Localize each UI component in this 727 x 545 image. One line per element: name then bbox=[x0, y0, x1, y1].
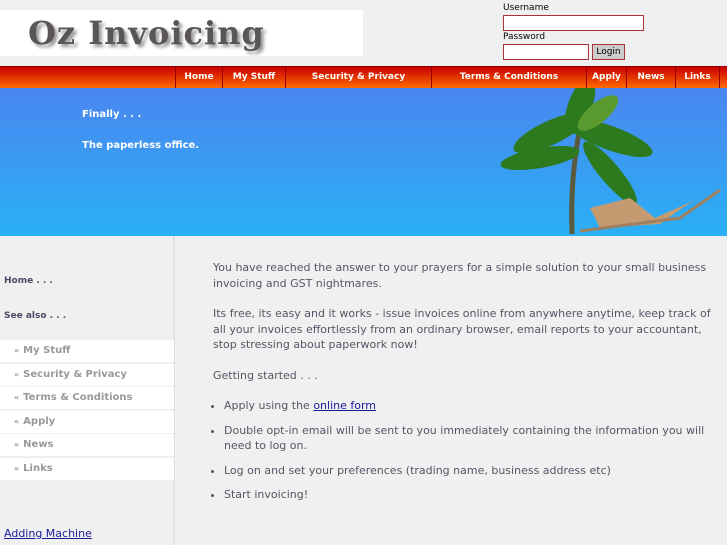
hero-line-1: Finally . . . bbox=[82, 109, 142, 120]
sidebar-home-heading[interactable]: Home . . . bbox=[4, 276, 53, 286]
nav-apply[interactable]: Apply bbox=[586, 67, 626, 89]
nav-home[interactable]: Home bbox=[175, 67, 222, 89]
steps-list: Apply using the online form Double opt-i… bbox=[213, 398, 713, 503]
sidebar-item-label: Apply bbox=[23, 416, 56, 427]
chevron-left-icon: « bbox=[14, 417, 20, 426]
login-button[interactable]: Login bbox=[592, 44, 625, 60]
sidebar-item-label: Security & Privacy bbox=[23, 369, 127, 380]
nav-links[interactable]: Links bbox=[675, 67, 719, 89]
nav-divider bbox=[719, 67, 727, 89]
password-input[interactable] bbox=[503, 44, 589, 60]
sidebar-item-label: My Stuff bbox=[23, 345, 71, 356]
sidebar: Home . . . See also . . . «My Stuff «Sec… bbox=[0, 236, 175, 545]
chevron-left-icon: « bbox=[14, 464, 20, 473]
nav-bar: Home My Stuff Security & Privacy Terms &… bbox=[0, 66, 727, 89]
sidebar-item-label: Terms & Conditions bbox=[23, 392, 133, 403]
step-2: Double opt-in email will be sent to you … bbox=[224, 423, 713, 454]
sidebar-item-terms-conditions[interactable]: «Terms & Conditions bbox=[0, 387, 174, 409]
username-label: Username bbox=[503, 3, 549, 13]
nav-security-privacy[interactable]: Security & Privacy bbox=[285, 67, 431, 89]
logo-text: Oz Invoicing bbox=[28, 14, 265, 52]
palm-tree-image bbox=[500, 88, 721, 235]
sidebar-item-my-stuff[interactable]: «My Stuff bbox=[0, 340, 174, 362]
main-content: You have reached the answer to your pray… bbox=[213, 260, 713, 512]
nav-my-stuff[interactable]: My Stuff bbox=[222, 67, 285, 89]
hero-banner: Finally . . . The paperless office. bbox=[0, 88, 727, 236]
hero-line-2: The paperless office. bbox=[82, 140, 200, 151]
username-input[interactable] bbox=[503, 15, 644, 31]
intro-paragraph: You have reached the answer to your pray… bbox=[213, 261, 707, 290]
nav-terms-conditions[interactable]: Terms & Conditions bbox=[431, 67, 586, 89]
sidebar-item-apply[interactable]: «Apply bbox=[0, 411, 174, 433]
chevron-left-icon: « bbox=[14, 346, 20, 355]
online-form-link[interactable]: online form bbox=[313, 399, 376, 412]
sidebar-item-label: News bbox=[23, 439, 54, 450]
chevron-left-icon: « bbox=[14, 440, 20, 449]
password-label: Password bbox=[503, 32, 546, 42]
sidebar-see-also-heading: See also . . . bbox=[4, 311, 67, 321]
features-paragraph: Its free, its easy and it works - issue … bbox=[213, 307, 711, 351]
step-3: Log on and set your preferences (trading… bbox=[224, 463, 713, 479]
chevron-left-icon: « bbox=[14, 370, 20, 379]
step-4: Start invoicing! bbox=[224, 487, 713, 503]
getting-started-heading: Getting started . . . bbox=[213, 368, 318, 382]
sidebar-item-label: Links bbox=[23, 463, 53, 474]
sidebar-item-security-privacy[interactable]: «Security & Privacy bbox=[0, 364, 174, 386]
nav-news[interactable]: News bbox=[626, 67, 675, 89]
step-1-text: Apply using the bbox=[224, 399, 314, 412]
chevron-left-icon: « bbox=[14, 393, 20, 402]
adding-machine-link[interactable]: Adding Machine bbox=[4, 527, 92, 540]
sidebar-item-news[interactable]: «News bbox=[0, 434, 174, 456]
sidebar-item-links[interactable]: «Links bbox=[0, 458, 174, 480]
logo: Oz Invoicing bbox=[0, 10, 363, 56]
step-1: Apply using the online form bbox=[224, 398, 713, 414]
